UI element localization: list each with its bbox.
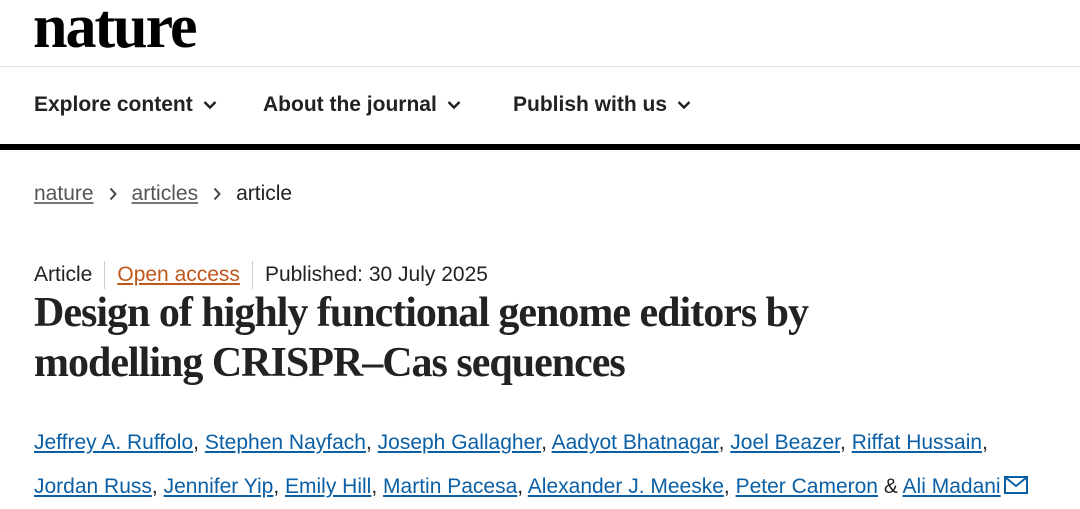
author-link[interactable]: Jennifer Yip — [164, 475, 274, 498]
chevron-right-icon — [213, 187, 221, 201]
mail-icon[interactable] — [1003, 476, 1028, 494]
author-comma: , — [365, 431, 372, 454]
nav-about-the-journal[interactable]: About the journal — [263, 93, 461, 117]
author-link-corresponding[interactable]: Ali Madani — [903, 475, 1001, 498]
breadcrumb-current: article — [236, 182, 293, 205]
author-link[interactable]: Aadyot Bhatnagar — [552, 431, 719, 454]
nav-about-the-journal-label: About the journal — [263, 93, 437, 116]
nav-publish-with-us-label: Publish with us — [513, 93, 668, 116]
author-link[interactable]: Riffat Hussain — [852, 431, 982, 454]
author-comma: , — [840, 431, 846, 454]
main-nav: Explore content About the journal Publis… — [0, 67, 1080, 144]
author-link[interactable]: Martin Pacesa — [383, 475, 517, 498]
author-link[interactable]: Alexander J. Meeske — [528, 475, 724, 498]
nav-publish-with-us[interactable]: Publish with us — [513, 93, 691, 117]
author-link[interactable]: Joel Beazer — [730, 431, 840, 454]
article-title: Design of highly functional genome edito… — [34, 288, 1044, 388]
author-link[interactable]: Joseph Gallagher — [378, 431, 541, 454]
chevron-down-icon — [677, 101, 691, 110]
article-meta: Article Open access Published: 30 July 2… — [34, 261, 488, 289]
nature-logo[interactable]: nature — [33, 0, 198, 60]
breadcrumb-nature-link[interactable]: nature — [34, 182, 94, 206]
author-comma: , — [151, 475, 158, 498]
article-title-line-1: Design of highly functional genome edito… — [34, 290, 809, 336]
author-list: Jeffrey A. Ruffolo, Stephen Nayfach, Jos… — [34, 421, 1074, 509]
author-link[interactable]: Emily Hill — [285, 475, 371, 498]
site-header: nature — [0, 0, 1080, 67]
breadcrumb: nature articles article — [34, 182, 292, 206]
author-comma: , — [273, 475, 280, 498]
author-comma: , — [193, 431, 199, 454]
meta-divider — [104, 261, 106, 289]
nav-explore-content-label: Explore content — [34, 93, 193, 116]
article-title-line-2: modelling CRISPR–Cas sequences — [34, 340, 626, 386]
nav-explore-content[interactable]: Explore content — [34, 93, 217, 117]
meta-divider — [251, 261, 253, 289]
chevron-down-icon — [203, 101, 217, 110]
author-link[interactable]: Stephen Nayfach — [205, 431, 366, 454]
author-comma: , — [541, 431, 547, 454]
published-date: Published: 30 July 2025 — [264, 263, 488, 286]
author-comma: , — [982, 431, 988, 454]
author-link[interactable]: Jeffrey A. Ruffolo — [34, 431, 193, 454]
article-type: Article — [34, 263, 93, 286]
chevron-right-icon — [109, 187, 117, 201]
open-access-link[interactable]: Open access — [117, 263, 240, 287]
author-link[interactable]: Peter Cameron — [736, 475, 878, 498]
author-comma: , — [718, 431, 725, 454]
author-comma: , — [371, 475, 378, 498]
author-comma: , — [723, 475, 730, 498]
breadcrumb-articles-link[interactable]: articles — [132, 182, 199, 206]
nav-divider — [0, 144, 1080, 150]
author-link[interactable]: Jordan Russ — [34, 475, 152, 498]
author-comma: , — [517, 475, 524, 498]
chevron-down-icon — [447, 101, 461, 110]
author-ampersand: & — [883, 475, 898, 498]
